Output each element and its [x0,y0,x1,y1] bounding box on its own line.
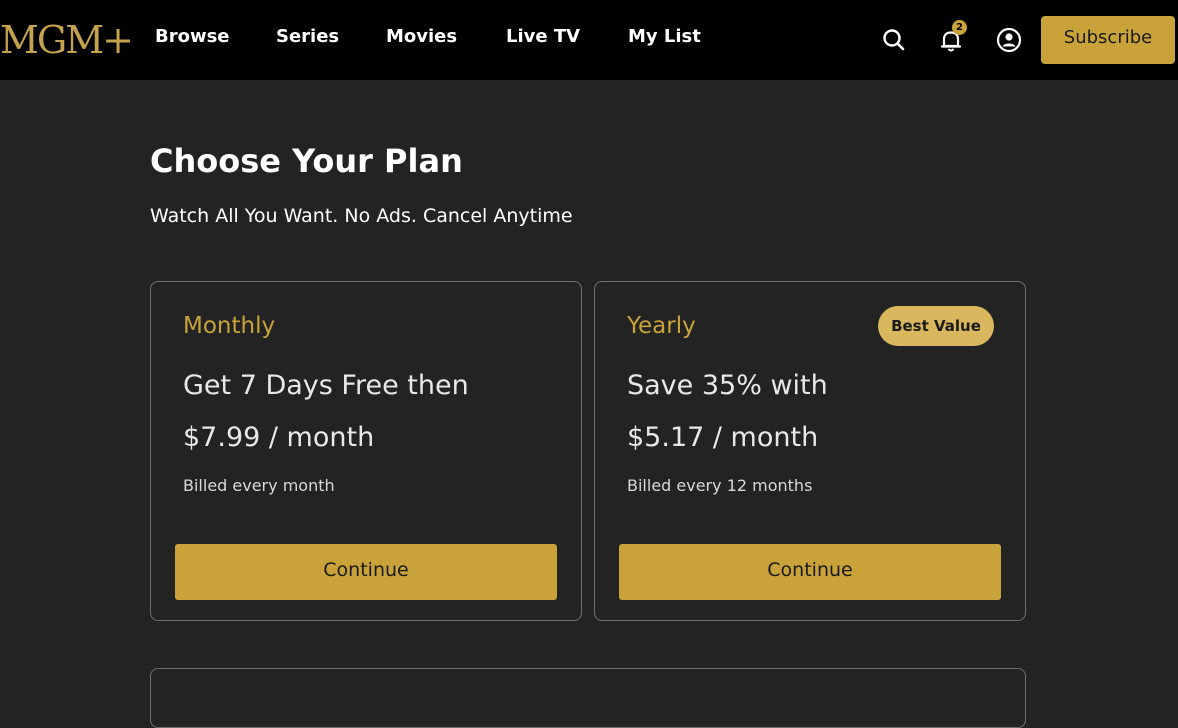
nav-browse[interactable]: Browse [155,24,230,50]
search-button[interactable] [880,26,908,54]
user-circle-icon [996,27,1022,53]
notifications-button[interactable]: 2 [937,20,967,54]
nav-my-list[interactable]: My List [628,24,701,50]
account-button[interactable] [995,26,1023,54]
plan-billing-note: Billed every month [183,476,335,495]
plan-price: $5.17 / month [627,422,819,453]
next-plan-card-partial [150,668,1026,728]
plan-price: $7.99 / month [183,422,375,453]
search-icon [883,29,905,51]
notification-count-badge: 2 [952,20,967,35]
best-value-badge: Best Value [878,306,994,346]
top-header: MGM+ Browse Series Movies Live TV My Lis… [0,0,1178,80]
plan-card-monthly: Monthly Get 7 Days Free then $7.99 / mon… [150,281,582,621]
subscribe-button[interactable]: Subscribe [1041,16,1175,64]
plan-headline: Save 35% with [627,370,828,401]
nav-movies[interactable]: Movies [386,24,457,50]
nav-series[interactable]: Series [276,24,339,50]
continue-button-yearly[interactable]: Continue [619,544,1001,600]
mgm-plus-logo[interactable]: MGM+ [0,14,134,66]
plan-headline: Get 7 Days Free then [183,370,469,401]
page-title: Choose Your Plan [150,142,463,180]
plan-card-yearly: Yearly Best Value Save 35% with $5.17 / … [594,281,1026,621]
plan-name: Yearly [627,313,696,339]
page-subtitle: Watch All You Want. No Ads. Cancel Anyti… [150,205,573,227]
continue-button-monthly[interactable]: Continue [175,544,557,600]
plan-name: Monthly [183,313,276,339]
nav-live-tv[interactable]: Live TV [506,24,580,50]
plan-billing-note: Billed every 12 months [627,476,813,495]
